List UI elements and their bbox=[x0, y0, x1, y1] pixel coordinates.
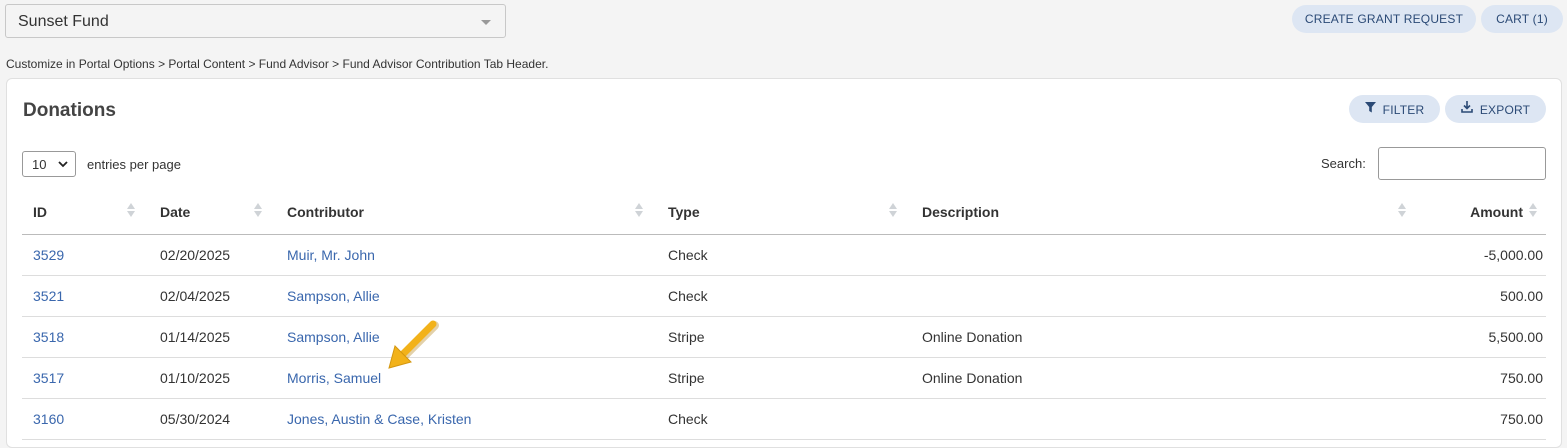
donation-type: Check bbox=[668, 411, 708, 427]
column-header-type[interactable]: Type bbox=[668, 204, 700, 220]
donation-type: Check bbox=[668, 288, 708, 304]
search-input[interactable] bbox=[1378, 147, 1546, 180]
table-header: ID Date Contributor Type Description Amo… bbox=[22, 194, 1546, 235]
donation-id-link[interactable]: 3521 bbox=[33, 288, 64, 304]
donation-amount: 750.00 bbox=[1500, 370, 1543, 386]
download-icon bbox=[1461, 95, 1473, 123]
chevron-down-icon bbox=[58, 157, 68, 172]
donation-amount: 500.00 bbox=[1500, 288, 1543, 304]
contributor-link[interactable]: Sampson, Allie bbox=[287, 329, 380, 345]
sort-icon[interactable] bbox=[1529, 203, 1537, 221]
donation-id-link[interactable]: 3160 bbox=[33, 411, 64, 427]
donation-date: 02/04/2025 bbox=[160, 288, 231, 304]
table-row: 3529 02/20/2025 Muir, Mr. John Check -5,… bbox=[22, 235, 1546, 276]
column-header-date[interactable]: Date bbox=[160, 204, 190, 220]
column-header-description[interactable]: Description bbox=[922, 204, 999, 220]
dropdown-caret-icon bbox=[481, 20, 491, 25]
fund-select-value: Sunset Fund bbox=[18, 13, 109, 30]
filter-button-label: FILTER bbox=[1382, 102, 1425, 117]
filter-button[interactable]: FILTER bbox=[1349, 95, 1440, 123]
donation-date: 01/14/2025 bbox=[160, 329, 231, 345]
table-row: 3521 02/04/2025 Sampson, Allie Check 500… bbox=[22, 276, 1546, 317]
donation-date: 02/20/2025 bbox=[160, 247, 231, 263]
contributor-link[interactable]: Jones, Austin & Case, Kristen bbox=[287, 411, 471, 427]
sort-icon[interactable] bbox=[889, 203, 897, 221]
table-row: 3518 01/14/2025 Sampson, Allie Stripe On… bbox=[22, 317, 1546, 358]
donations-panel: Donations FILTER EXPORT 10 entries per p… bbox=[6, 78, 1562, 448]
search-label: Search: bbox=[1321, 156, 1366, 171]
entries-per-page-select[interactable]: 10 bbox=[22, 151, 76, 177]
donation-description: Online Donation bbox=[922, 329, 1023, 345]
cart-button[interactable]: CART (1) bbox=[1481, 5, 1563, 33]
panel-title: Donations bbox=[23, 100, 116, 121]
donation-type: Check bbox=[668, 247, 708, 263]
donations-table: ID Date Contributor Type Description Amo… bbox=[22, 194, 1546, 440]
column-header-amount[interactable]: Amount bbox=[1470, 204, 1523, 220]
customize-hint-text: Customize in Portal Options > Portal Con… bbox=[6, 57, 549, 71]
export-button[interactable]: EXPORT bbox=[1445, 95, 1546, 123]
entries-per-page-value: 10 bbox=[32, 157, 47, 172]
donation-type: Stripe bbox=[668, 329, 705, 345]
donation-date: 05/30/2024 bbox=[160, 411, 231, 427]
column-header-contributor[interactable]: Contributor bbox=[287, 204, 364, 220]
donation-type: Stripe bbox=[668, 370, 705, 386]
sort-icon[interactable] bbox=[254, 203, 262, 221]
filter-icon bbox=[1364, 95, 1376, 123]
contributor-link[interactable]: Muir, Mr. John bbox=[287, 247, 375, 263]
donation-id-link[interactable]: 3518 bbox=[33, 329, 64, 345]
donation-amount: 5,500.00 bbox=[1488, 329, 1544, 345]
create-grant-request-button[interactable]: CREATE GRANT REQUEST bbox=[1292, 5, 1476, 33]
entries-per-page-label: entries per page bbox=[87, 157, 181, 172]
contributor-link[interactable]: Morris, Samuel bbox=[287, 370, 381, 386]
column-header-id[interactable]: ID bbox=[33, 204, 47, 220]
donation-amount: -5,000.00 bbox=[1483, 247, 1543, 263]
fund-select[interactable]: Sunset Fund bbox=[5, 4, 506, 38]
export-button-label: EXPORT bbox=[1479, 102, 1531, 117]
contributor-link[interactable]: Sampson, Allie bbox=[287, 288, 380, 304]
sort-icon[interactable] bbox=[127, 203, 135, 221]
donation-id-link[interactable]: 3517 bbox=[33, 370, 64, 386]
annotation-arrow-icon bbox=[388, 320, 439, 369]
donation-amount: 750.00 bbox=[1500, 411, 1543, 427]
sort-icon[interactable] bbox=[635, 203, 643, 221]
donation-date: 01/10/2025 bbox=[160, 370, 231, 386]
table-row: 3517 01/10/2025 Morris, Samuel Stripe On… bbox=[22, 358, 1546, 399]
sort-icon[interactable] bbox=[1398, 203, 1406, 221]
donation-id-link[interactable]: 3529 bbox=[33, 247, 64, 263]
table-row: 3160 05/30/2024 Jones, Austin & Case, Kr… bbox=[22, 399, 1546, 440]
donation-description: Online Donation bbox=[922, 370, 1023, 386]
